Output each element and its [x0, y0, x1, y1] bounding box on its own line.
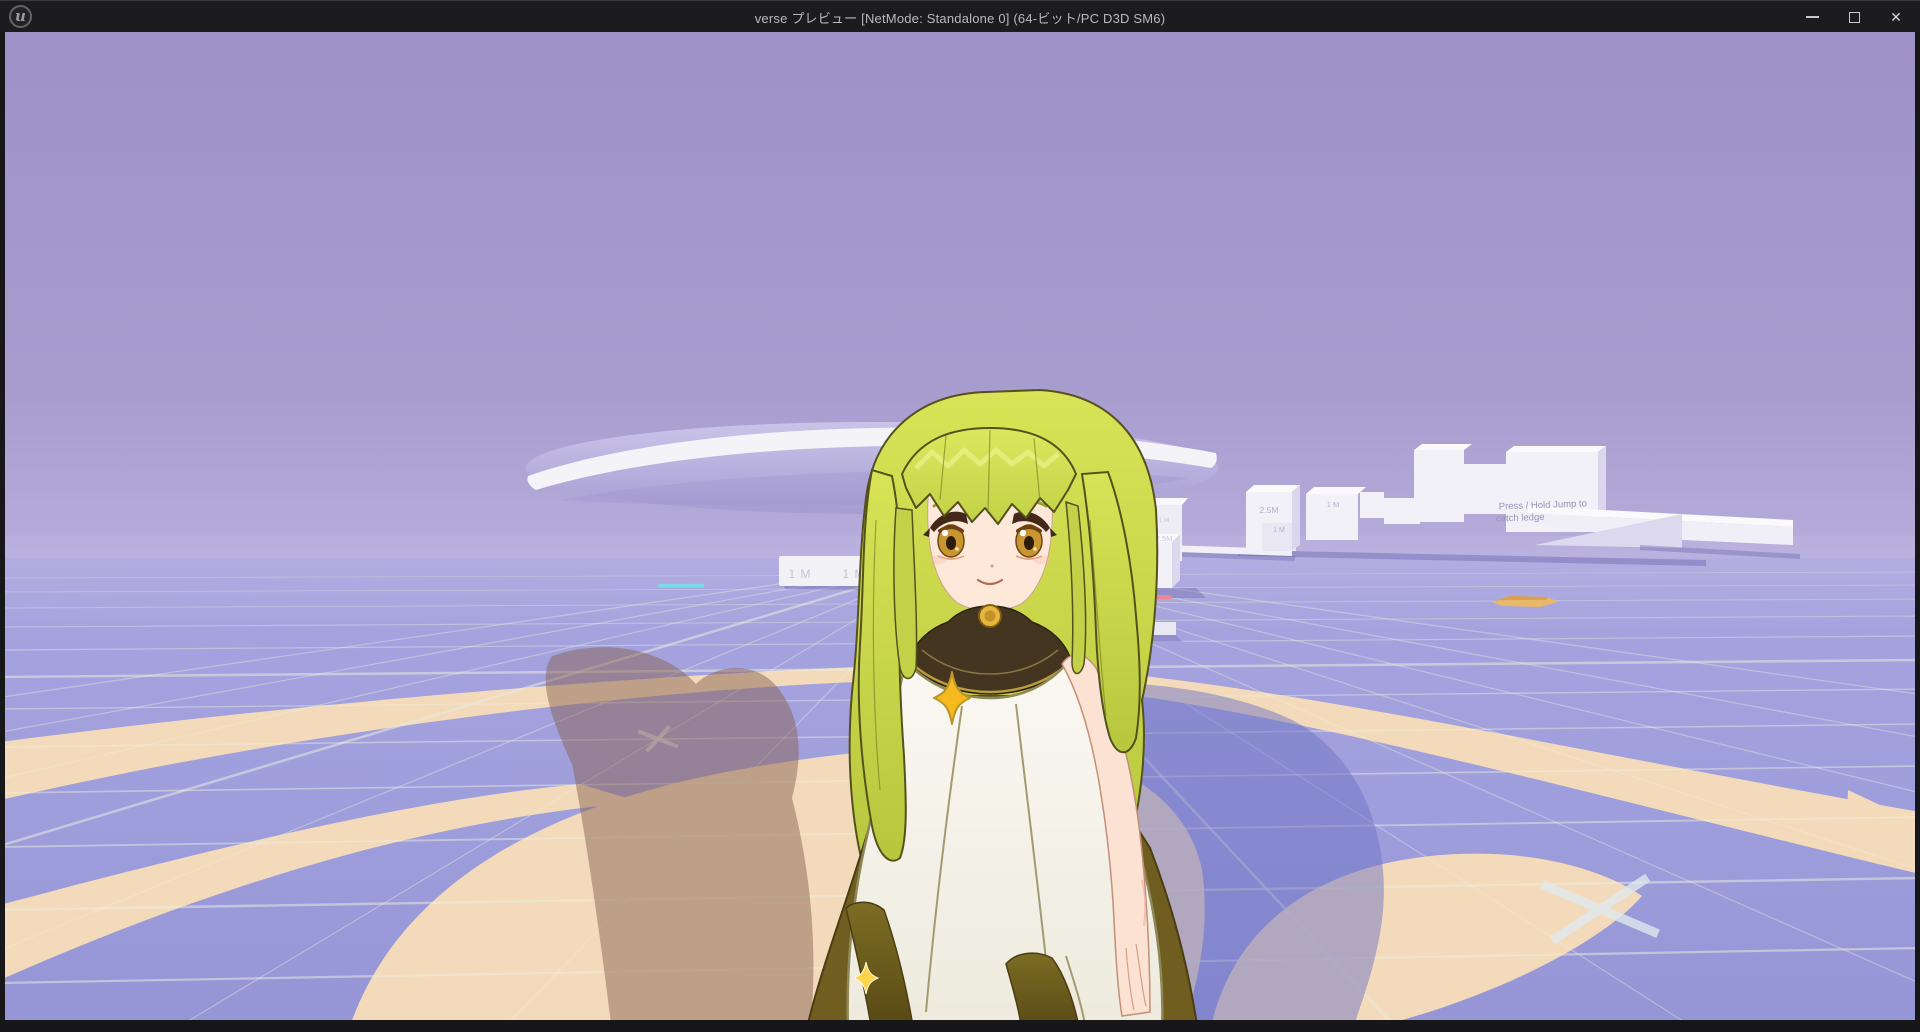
- far-block-label-small: 1 M: [1273, 527, 1285, 534]
- hint-sign-line2: catch ledge: [1496, 512, 1545, 525]
- window-title: verse プレビュー [NetMode: Standalone 0] (64-…: [0, 1, 1920, 33]
- maximize-icon: [1849, 12, 1860, 23]
- minimize-button[interactable]: [1792, 1, 1832, 33]
- measure-strip-label-1: 1 M: [788, 567, 811, 581]
- teal-gizmo: [658, 584, 704, 588]
- maximize-button[interactable]: [1834, 1, 1874, 33]
- close-icon: ✕: [1890, 9, 1902, 26]
- close-button[interactable]: ✕: [1876, 1, 1916, 33]
- game-preview-window: 2.5M 1 M 1 M Press / Hold Jump to catch …: [0, 0, 1920, 1032]
- far-block-label-step: 1 M: [1327, 500, 1340, 509]
- game-viewport[interactable]: 2.5M 1 M 1 M Press / Hold Jump to catch …: [5, 32, 1915, 1020]
- minimize-icon: [1806, 16, 1819, 18]
- mid-block-label-top: 1 M: [1159, 517, 1170, 524]
- far-block-label-tall: 2.5M: [1260, 505, 1279, 515]
- title-bar: u verse プレビュー [NetMode: Standalone 0] (6…: [0, 0, 1920, 32]
